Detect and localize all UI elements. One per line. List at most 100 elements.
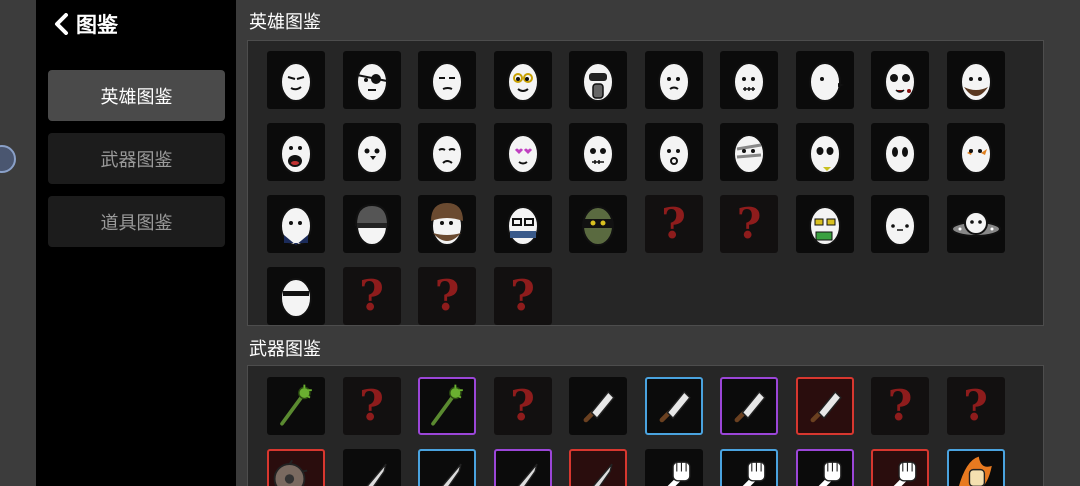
catalog-main: 英雄图鉴 ????? 武器图鉴 ???? xyxy=(236,0,1080,486)
egg-hero-pout-icon xyxy=(645,51,703,109)
hero-tile-locked[interactable]: ? xyxy=(720,195,778,253)
hero-tile[interactable] xyxy=(795,195,854,253)
tab-items[interactable]: 道具图鉴 xyxy=(48,196,225,247)
hero-tile[interactable] xyxy=(493,51,552,109)
hero-tile[interactable] xyxy=(493,195,552,253)
weapon-tile[interactable] xyxy=(644,449,703,486)
hero-tile[interactable] xyxy=(795,123,854,181)
weapon-tile[interactable] xyxy=(569,377,627,435)
heroes-section-title: 英雄图鉴 xyxy=(249,12,321,33)
egg-hero-bandaged-icon xyxy=(720,123,778,181)
hero-tile[interactable] xyxy=(946,123,1005,181)
egg-hero-money-glasses-icon xyxy=(796,195,854,253)
hero-tile[interactable] xyxy=(267,51,325,109)
hero-tile-locked[interactable]: ? xyxy=(418,267,476,325)
weapon-tile[interactable] xyxy=(493,449,552,486)
weapon-tile[interactable] xyxy=(720,377,778,435)
knife-icon xyxy=(571,451,625,486)
back-button[interactable]: 图鉴 xyxy=(52,10,118,38)
egg-hero-helmet-icon xyxy=(343,195,401,253)
hero-tile[interactable] xyxy=(871,195,929,253)
weapon-tile[interactable] xyxy=(569,449,627,486)
hero-tile[interactable] xyxy=(871,51,929,109)
weapon-tile[interactable] xyxy=(418,377,476,435)
weapon-tile[interactable] xyxy=(418,449,476,486)
egg-hero-hairy-icon xyxy=(418,195,476,253)
cleaver-icon xyxy=(722,379,776,433)
hero-tile[interactable] xyxy=(644,123,703,181)
floating-avatar-icon[interactable] xyxy=(0,145,16,173)
hero-tile[interactable] xyxy=(569,123,627,181)
fist-icon xyxy=(722,451,776,486)
weapon-tile[interactable] xyxy=(795,377,854,435)
hero-tile[interactable] xyxy=(795,51,854,109)
hero-tile[interactable] xyxy=(418,123,476,181)
weapon-tile[interactable] xyxy=(946,449,1005,486)
egg-hero-surprised-icon xyxy=(645,123,703,181)
egg-hero-smug-icon xyxy=(418,51,476,109)
weapon-tile[interactable] xyxy=(871,449,929,486)
egg-hero-sad-icon xyxy=(418,123,476,181)
weapon-tile[interactable] xyxy=(267,377,325,435)
egg-hero-gasmask-icon xyxy=(569,51,627,109)
hero-tile[interactable] xyxy=(267,267,325,325)
egg-hero-screaming-icon xyxy=(267,123,325,181)
hero-tile[interactable] xyxy=(871,123,929,181)
hero-tile[interactable] xyxy=(493,123,552,181)
fist-icon xyxy=(873,451,927,486)
egg-hero-bird-icon xyxy=(343,123,401,181)
cleaver-icon xyxy=(798,379,852,433)
hero-tile-locked[interactable]: ? xyxy=(644,195,703,253)
question-mark-icon: ? xyxy=(661,199,686,248)
question-mark-icon: ? xyxy=(510,271,535,320)
fist-icon xyxy=(647,451,701,486)
egg-hero-chick-icon xyxy=(796,51,854,109)
cleaver-icon xyxy=(571,379,625,433)
weapon-tile-locked[interactable]: ? xyxy=(871,377,929,435)
egg-hero-panda-icon xyxy=(796,123,854,181)
weapon-tile[interactable] xyxy=(267,449,325,486)
weapon-tile-locked[interactable]: ? xyxy=(342,377,401,435)
question-mark-icon: ? xyxy=(510,381,535,430)
tab-heroes[interactable]: 英雄图鉴 xyxy=(48,70,225,121)
knife-icon xyxy=(345,451,399,486)
hero-tile[interactable] xyxy=(946,51,1005,109)
green-mace-icon xyxy=(420,379,474,433)
hero-tile[interactable] xyxy=(342,123,401,181)
egg-hero-goggles-icon xyxy=(494,51,552,109)
question-mark-icon: ? xyxy=(434,271,460,320)
hero-tile[interactable] xyxy=(569,51,627,109)
sidebar: 图鉴 英雄图鉴 武器图鉴 道具图鉴 xyxy=(36,0,236,486)
weapon-tile-locked[interactable]: ? xyxy=(946,377,1005,435)
hero-tile-locked[interactable]: ? xyxy=(493,267,552,325)
saw-blade-icon xyxy=(269,451,323,486)
egg-hero-ghost-icon xyxy=(871,123,929,181)
hero-tile[interactable] xyxy=(720,123,778,181)
hero-tile[interactable] xyxy=(720,51,778,109)
egg-hero-grumpy-icon xyxy=(569,123,627,181)
hero-tile[interactable] xyxy=(342,195,401,253)
hero-tile[interactable] xyxy=(644,51,703,109)
question-mark-icon: ? xyxy=(359,381,384,430)
weapon-tile[interactable] xyxy=(644,377,703,435)
hero-tile[interactable] xyxy=(569,195,627,253)
question-mark-icon: ? xyxy=(359,271,384,320)
hero-tile[interactable] xyxy=(418,51,476,109)
hero-tile[interactable] xyxy=(418,195,476,253)
tab-weapons[interactable]: 武器图鉴 xyxy=(48,133,225,184)
egg-hero-nerd-mask-icon xyxy=(494,195,552,253)
hero-tile[interactable] xyxy=(342,51,401,109)
egg-hero-plain-icon xyxy=(871,195,929,253)
weapon-tile-locked[interactable]: ? xyxy=(493,377,552,435)
weapon-tile[interactable] xyxy=(720,449,778,486)
weapon-tile[interactable] xyxy=(795,449,854,486)
chevron-left-icon xyxy=(55,13,68,35)
hero-tile[interactable] xyxy=(267,123,325,181)
fist-icon xyxy=(798,451,852,486)
weapons-panel: ???? xyxy=(247,365,1044,486)
weapon-tile[interactable] xyxy=(342,449,401,486)
hero-tile[interactable] xyxy=(946,195,1005,253)
hero-tile[interactable] xyxy=(267,195,325,253)
hero-tile-locked[interactable]: ? xyxy=(342,267,401,325)
question-mark-icon: ? xyxy=(963,381,988,430)
